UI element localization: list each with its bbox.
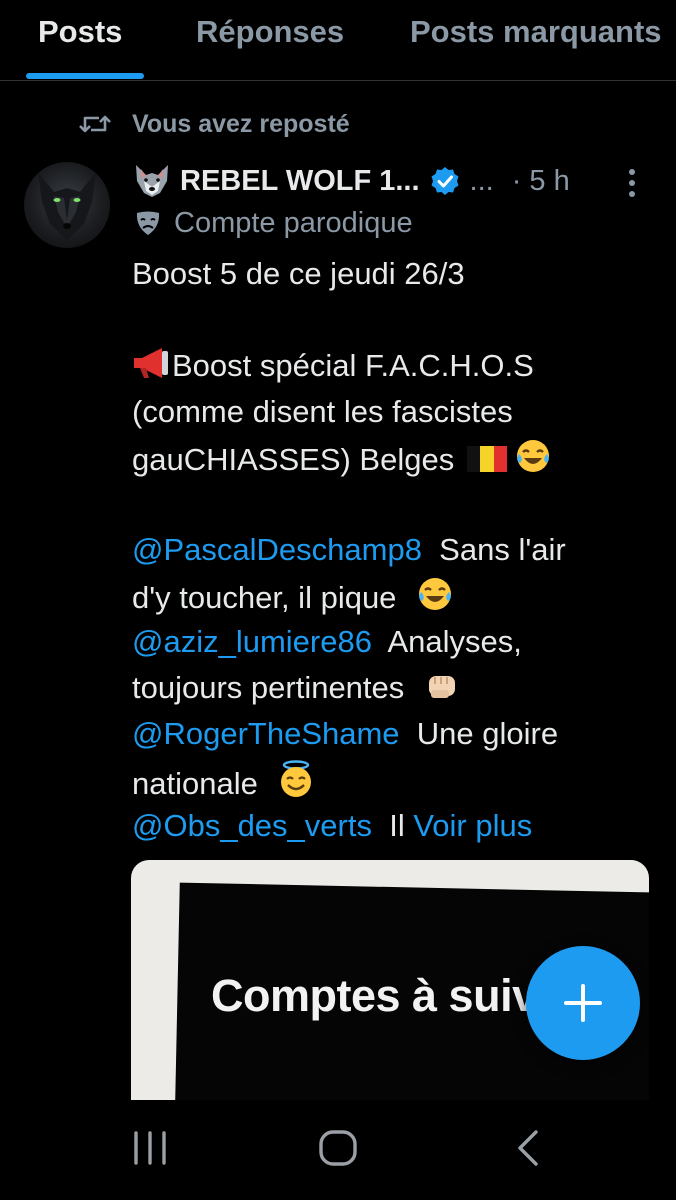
post-text-line: Boost spécial F.A.C.H.O.S <box>132 346 534 386</box>
plus-icon <box>564 984 602 1022</box>
repost-label: Vous avez reposté <box>132 109 350 138</box>
post-text-line: @RogerTheShame Une gloire <box>132 714 558 754</box>
active-tab-indicator <box>26 73 144 79</box>
post-text-segment: Sans l'air <box>439 532 566 567</box>
verified-badge-icon <box>431 167 459 195</box>
fist-emoji <box>428 676 455 698</box>
post-text-segment: d'y toucher, il pique <box>132 580 397 615</box>
media-caption-text: Comptes à suiv <box>211 970 537 1021</box>
post-text-segment: nationale <box>132 766 258 801</box>
post-time[interactable]: · 5 h <box>512 165 570 198</box>
post-text-segment: Il <box>389 808 405 843</box>
post-text-segment: toujours pertinentes <box>132 670 405 705</box>
belgium-flag-icon <box>466 446 507 472</box>
parody-account-label: Compte parodique <box>134 204 413 242</box>
wolf-avatar-image <box>38 172 96 240</box>
tab-posts[interactable]: Posts <box>38 14 122 50</box>
tears-of-joy-emoji <box>419 578 452 610</box>
post-text-line: d'y toucher, il pique <box>132 576 453 618</box>
mention-link[interactable]: @aziz_lumiere86 <box>132 624 372 659</box>
post-text-line: @Obs_des_verts Il Voir plus <box>132 806 532 846</box>
account-label: Compte parodique <box>174 206 413 239</box>
tab-replies[interactable]: Réponses <box>196 14 344 50</box>
profile-tabs: Posts Réponses Posts marquants <box>0 0 676 81</box>
back-chevron-icon[interactable] <box>514 1128 542 1168</box>
post-text-segment: Boost spécial F.A.C.H.O.S <box>172 348 534 383</box>
home-circle-icon[interactable] <box>318 1130 358 1166</box>
post-text-line: gauCHIASSES) Belges <box>132 438 551 480</box>
post-text-line: (comme disent les fascistes <box>132 394 513 429</box>
mention-link[interactable]: @RogerTheShame <box>132 716 400 751</box>
megaphone-icon <box>134 348 168 378</box>
tab-highlights[interactable]: Posts marquants <box>410 14 662 50</box>
post-text-line: @PascalDeschamp8 Sans l'air <box>132 530 566 570</box>
post-header: REBEL WOLF 1... ... · 5 h <box>132 160 652 202</box>
post-text-segment: Une gloire <box>416 716 559 751</box>
recents-icon[interactable] <box>132 1130 168 1166</box>
post-text-line: nationale <box>132 760 314 804</box>
post-text-line: Boost 5 de ce jeudi 26/3 <box>132 256 465 291</box>
post-text-segment: Analyses, <box>387 624 522 659</box>
compose-button[interactable] <box>526 946 640 1060</box>
avatar[interactable] <box>24 162 110 248</box>
post-text-line: @aziz_lumiere86 Analyses, <box>132 622 522 662</box>
wolf-emoji <box>136 165 168 197</box>
tears-of-joy-emoji <box>517 440 550 472</box>
post-text-segment: gauCHIASSES) Belges <box>132 442 455 477</box>
see-more-link[interactable]: Voir plus <box>413 808 532 843</box>
author-name[interactable]: REBEL WOLF 1... <box>180 165 420 198</box>
post-text-line: toujours pertinentes <box>132 668 459 708</box>
halo-smile-emoji <box>281 760 312 797</box>
author-handle[interactable]: ... <box>470 165 494 198</box>
mention-link[interactable]: @PascalDeschamp8 <box>132 532 422 567</box>
system-navigation-bar <box>0 1100 676 1200</box>
theater-mask-icon <box>136 211 160 235</box>
repost-context: Vous avez reposté <box>78 106 350 142</box>
repost-icon <box>79 115 111 133</box>
mention-link[interactable]: @Obs_des_verts <box>132 808 372 843</box>
more-options-icon[interactable] <box>620 166 644 200</box>
